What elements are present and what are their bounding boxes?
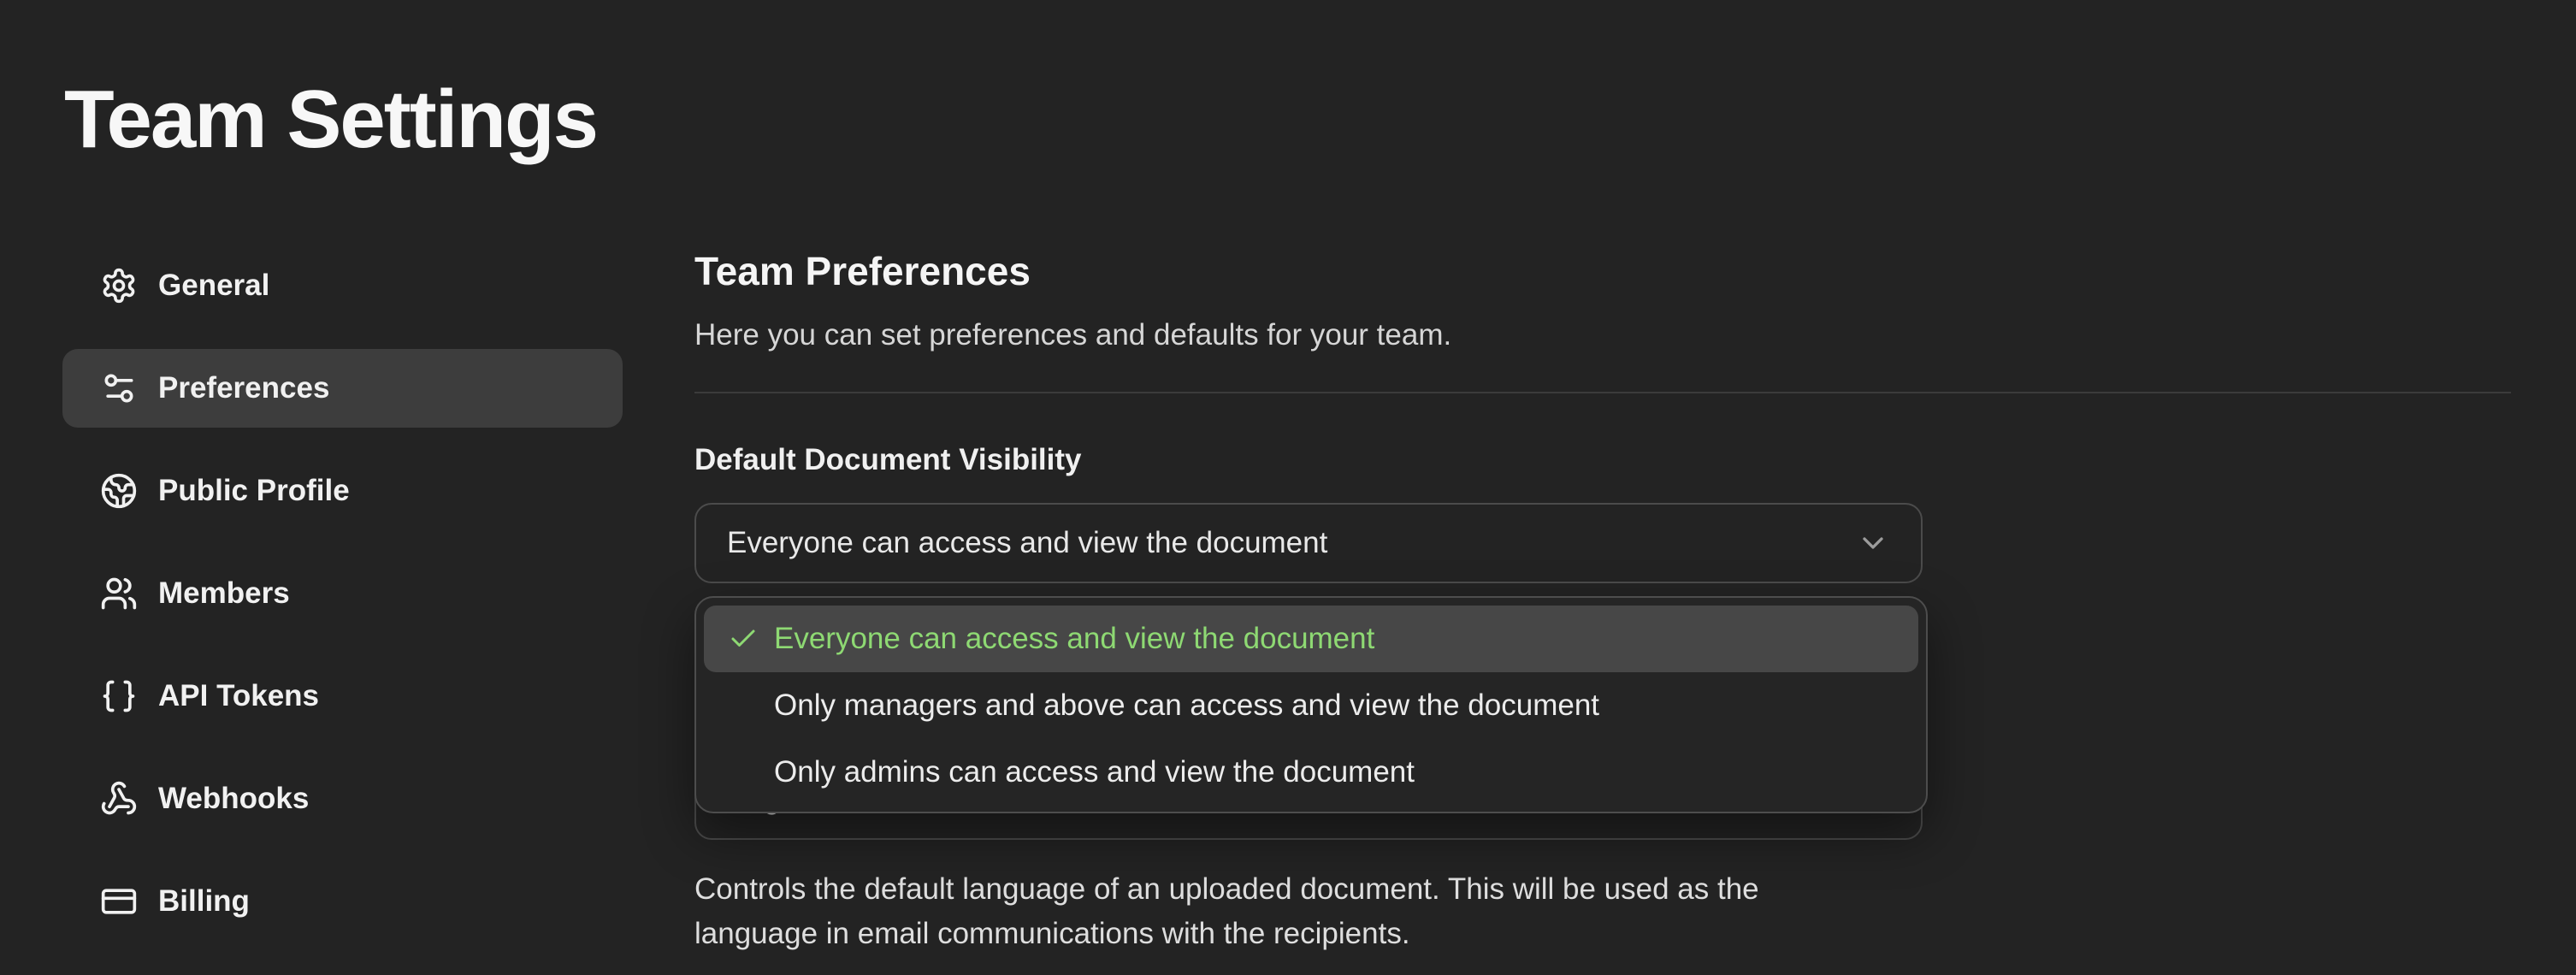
sidebar-item-members[interactable]: Members — [62, 554, 623, 633]
section-divider — [694, 392, 2511, 393]
settings-sidebar: General Preferences Public Profile Membe… — [62, 246, 623, 965]
check-icon — [728, 690, 759, 721]
preferences-panel: Team Preferences Here you can set prefer… — [694, 0, 2511, 956]
globe-icon — [100, 472, 138, 510]
section-heading: Team Preferences — [694, 248, 2511, 294]
chevron-down-icon — [1856, 526, 1890, 560]
sidebar-item-billing[interactable]: Billing — [62, 862, 623, 941]
sliders-icon — [100, 369, 138, 407]
check-icon — [728, 623, 759, 654]
dropdown-option-label: Only admins can access and view the docu… — [774, 755, 1415, 789]
page-title: Team Settings — [64, 75, 597, 164]
visibility-select-value: Everyone can access and view the documen… — [727, 526, 1856, 560]
sidebar-item-label: Billing — [158, 884, 250, 919]
sidebar-item-label: General — [158, 269, 269, 303]
sidebar-item-general[interactable]: General — [62, 246, 623, 325]
dropdown-option-everyone[interactable]: Everyone can access and view the documen… — [704, 606, 1918, 672]
sidebar-item-preferences[interactable]: Preferences — [62, 349, 623, 428]
sidebar-item-api-tokens[interactable]: API Tokens — [62, 657, 623, 736]
braces-icon — [100, 677, 138, 715]
sidebar-item-label: Members — [158, 576, 290, 611]
credit-card-icon — [100, 883, 138, 920]
sidebar-item-label: Preferences — [158, 371, 329, 405]
webhook-icon — [100, 780, 138, 818]
check-icon — [728, 757, 759, 788]
visibility-dropdown-menu: Everyone can access and view the documen… — [694, 596, 1928, 813]
gear-icon — [100, 267, 138, 304]
sidebar-item-webhooks[interactable]: Webhooks — [62, 759, 623, 838]
dropdown-option-label: Everyone can access and view the documen… — [774, 622, 1374, 656]
users-icon — [100, 575, 138, 612]
sidebar-item-label: Webhooks — [158, 782, 309, 816]
sidebar-item-label: Public Profile — [158, 474, 350, 508]
dropdown-option-admins[interactable]: Only admins can access and view the docu… — [704, 739, 1918, 806]
sidebar-item-label: API Tokens — [158, 679, 319, 713]
visibility-field-label: Default Document Visibility — [694, 441, 2511, 479]
dropdown-option-managers[interactable]: Only managers and above can access and v… — [704, 672, 1918, 739]
visibility-select[interactable]: Everyone can access and view the documen… — [694, 503, 1923, 583]
language-help-text: Controls the default language of an uplo… — [694, 867, 1851, 956]
dropdown-option-label: Only managers and above can access and v… — [774, 688, 1599, 723]
section-description: Here you can set preferences and default… — [694, 316, 2511, 354]
sidebar-item-public-profile[interactable]: Public Profile — [62, 452, 623, 530]
